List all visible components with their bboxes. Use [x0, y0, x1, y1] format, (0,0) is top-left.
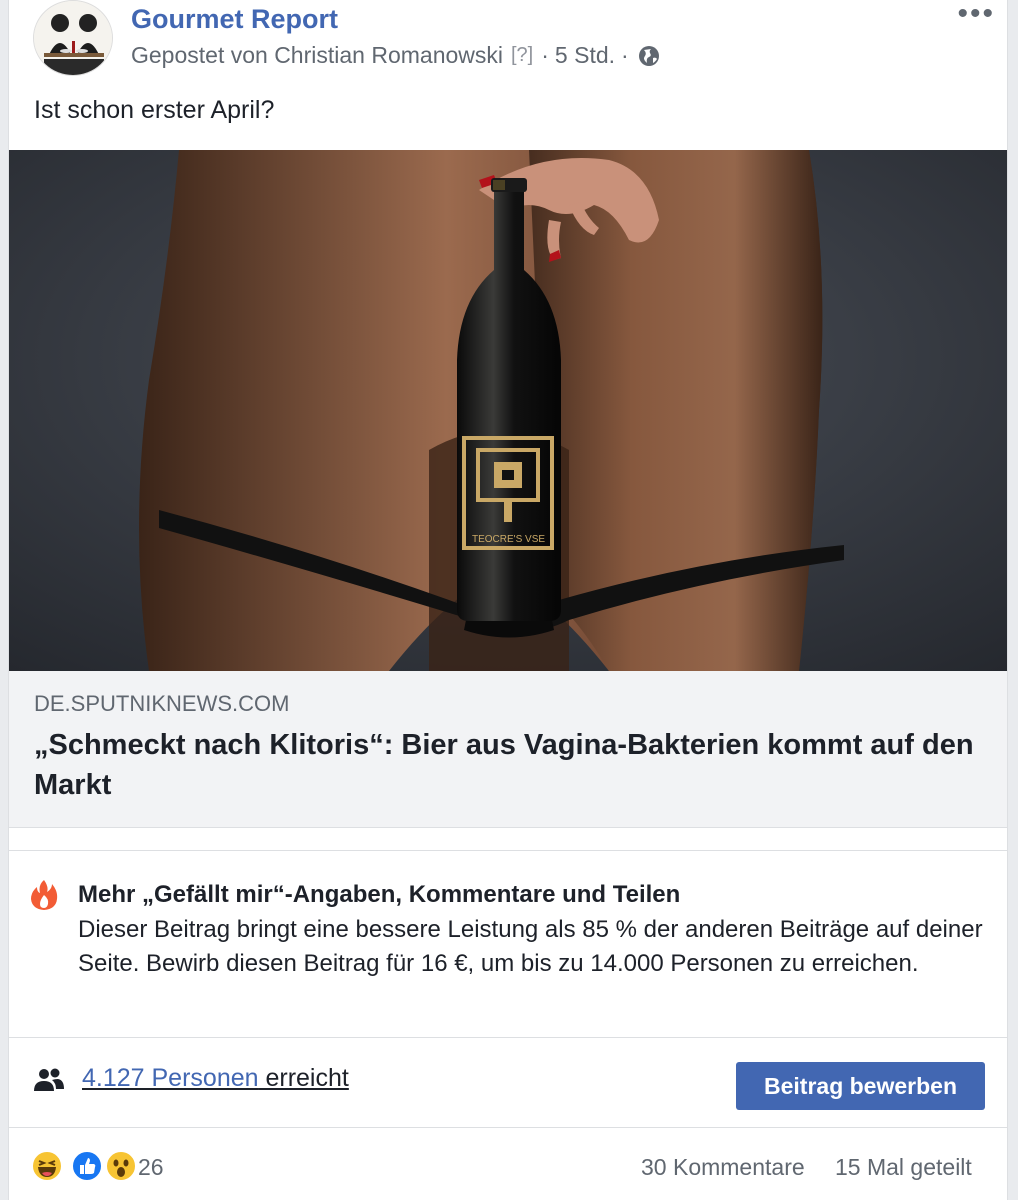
link-preview-image[interactable]: TEOCRE'S VSE	[9, 150, 1007, 671]
page-avatar[interactable]	[33, 0, 113, 76]
separator-dot: ·	[541, 42, 549, 68]
reach-count[interactable]: 4.127 Personen	[82, 1064, 259, 1092]
reach-row: 4.127 Personen erreicht Beitrag bewerben	[9, 1038, 1007, 1128]
separator-dot: ·	[621, 42, 629, 68]
post-meta: Gepostet von Christian Romanowski [?] · …	[131, 42, 661, 69]
post-time[interactable]: 5 Std.	[555, 42, 615, 69]
shares-count[interactable]: 15 Mal geteilt	[835, 1154, 972, 1181]
reach-link[interactable]: 4.127 Personen erreicht	[82, 1064, 349, 1093]
people-icon	[33, 1068, 65, 1092]
post-message: Ist schon erster April?	[34, 96, 275, 124]
boost-insight-panel: Mehr „Gefällt mir“-Angaben, Kommentare u…	[9, 850, 1007, 1038]
link-preview[interactable]: DE.SPUTNIKNEWS.COM „Schmeckt nach Klitor…	[9, 671, 1007, 828]
reach-suffix[interactable]: erreicht	[259, 1064, 348, 1092]
globe-icon[interactable]	[637, 44, 661, 68]
link-headline[interactable]: „Schmeckt nach Klitoris“: Bier aus Vagin…	[34, 725, 974, 805]
haha-reaction-icon[interactable]	[31, 1150, 63, 1182]
link-domain: DE.SPUTNIKNEWS.COM	[34, 691, 290, 716]
insight-body: Dieser Beitrag bringt eine bessere Leist…	[78, 916, 983, 977]
wow-reaction-icon[interactable]	[105, 1150, 137, 1182]
more-options-icon[interactable]: •••	[957, 0, 995, 29]
svg-text:TEOCRE'S VSE: TEOCRE'S VSE	[472, 534, 545, 545]
posted-by-text[interactable]: Gepostet von Christian Romanowski	[131, 42, 503, 69]
reaction-count[interactable]: 26	[138, 1154, 164, 1181]
post-header: Gourmet Report Gepostet von Christian Ro…	[9, 0, 1007, 90]
reactions-bar: 26 30 Kommentare 15 Mal geteilt	[9, 1128, 1007, 1200]
like-reaction-icon[interactable]	[71, 1150, 103, 1182]
page-name-link[interactable]: Gourmet Report	[131, 4, 338, 35]
fire-icon	[29, 879, 59, 911]
boost-post-button[interactable]: Beitrag bewerben	[736, 1062, 985, 1110]
insight-title: Mehr „Gefällt mir“-Angaben, Kommentare u…	[78, 881, 681, 908]
comments-count[interactable]: 30 Kommentare	[641, 1154, 805, 1181]
feed-post: Gourmet Report Gepostet von Christian Ro…	[8, 0, 1008, 1200]
help-marker[interactable]: [?]	[511, 44, 533, 67]
